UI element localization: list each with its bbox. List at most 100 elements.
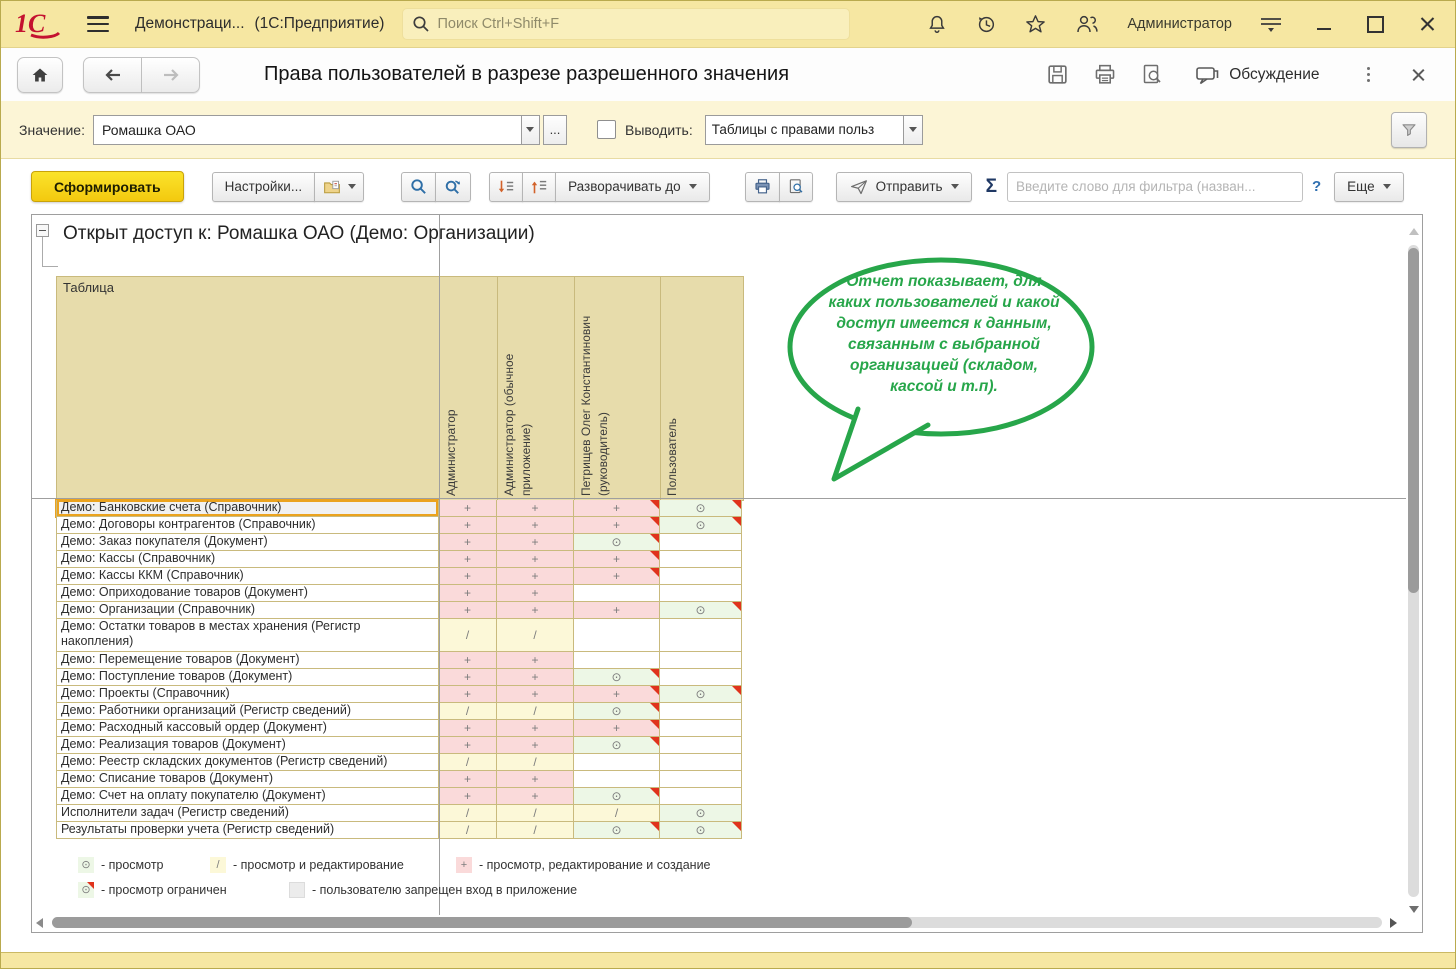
find-button[interactable] [401, 172, 436, 202]
perm-cell[interactable]: + [497, 602, 574, 619]
value-input[interactable]: Ромашка ОАО [93, 115, 521, 145]
perm-cell[interactable]: ⊙ [660, 822, 742, 839]
perm-cell[interactable]: + [574, 720, 660, 737]
row-label[interactable]: Демо: Кассы (Справочник) [56, 551, 439, 568]
discussion-label[interactable]: Обсуждение [1229, 66, 1319, 84]
close-window-icon[interactable] [1420, 17, 1435, 32]
perm-cell[interactable] [574, 619, 660, 652]
perm-cell[interactable]: + [439, 652, 497, 669]
perm-cell[interactable]: + [439, 551, 497, 568]
scroll-right-arrow[interactable] [1390, 918, 1397, 928]
home-button[interactable] [17, 57, 63, 93]
perm-cell[interactable]: ⊙ [574, 788, 660, 805]
perm-cell[interactable]: / [439, 703, 497, 720]
perm-cell[interactable] [660, 652, 742, 669]
row-label[interactable]: Демо: Остатки товаров в местах хранения … [56, 619, 439, 652]
perm-cell[interactable] [660, 754, 742, 771]
perm-cell[interactable]: / [439, 822, 497, 839]
perm-cell[interactable]: + [497, 652, 574, 669]
autosum-button[interactable]: Σ [986, 176, 997, 198]
perm-cell[interactable]: + [439, 534, 497, 551]
minimize-icon[interactable] [1317, 19, 1331, 30]
perm-cell[interactable] [660, 568, 742, 585]
row-label[interactable]: Демо: Организации (Справочник) [56, 602, 439, 619]
perm-cell[interactable]: / [439, 754, 497, 771]
more-button[interactable]: Еще [1334, 172, 1403, 202]
output-dropdown-button[interactable] [903, 116, 922, 144]
perm-cell[interactable] [660, 551, 742, 568]
row-label[interactable]: Демо: Банковские счета (Справочник) [56, 500, 439, 517]
close-form-icon[interactable] [1412, 68, 1425, 81]
perm-cell[interactable]: + [439, 568, 497, 585]
row-label[interactable]: Демо: Списание товаров (Документ) [56, 771, 439, 788]
perm-cell[interactable]: + [497, 686, 574, 703]
perm-cell[interactable]: ⊙ [574, 822, 660, 839]
perm-cell[interactable]: / [497, 754, 574, 771]
user-column-header[interactable]: Администратор [440, 277, 498, 500]
perm-cell[interactable] [660, 720, 742, 737]
perm-cell[interactable]: + [574, 500, 660, 517]
forward-button[interactable] [142, 57, 200, 93]
perm-cell[interactable] [660, 534, 742, 551]
discussion-icon[interactable] [1194, 63, 1221, 87]
row-label[interactable]: Результаты проверки учета (Регистр сведе… [56, 822, 439, 839]
perm-cell[interactable]: + [497, 737, 574, 754]
quick-filter-input[interactable]: Введите слово для фильтра (назван... [1007, 172, 1303, 202]
row-label[interactable]: Демо: Реестр складских документов (Регис… [56, 754, 439, 771]
horizontal-scrollbar-thumb[interactable] [52, 917, 912, 928]
perm-cell[interactable]: / [497, 703, 574, 720]
service-settings-icon[interactable] [1259, 13, 1283, 35]
perm-cell[interactable]: + [439, 500, 497, 517]
toolbar-preview-button[interactable] [779, 172, 813, 202]
perm-cell[interactable]: ⊙ [660, 686, 742, 703]
row-label[interactable]: Демо: Реализация товаров (Документ) [56, 737, 439, 754]
perm-cell[interactable]: + [439, 720, 497, 737]
perm-cell[interactable]: + [439, 771, 497, 788]
perm-cell[interactable]: ⊙ [660, 805, 742, 822]
perm-cell[interactable]: + [497, 551, 574, 568]
vertical-scrollbar-thumb[interactable] [1408, 248, 1419, 593]
perm-cell[interactable] [660, 619, 742, 652]
perm-cell[interactable] [660, 585, 742, 602]
perm-cell[interactable] [574, 771, 660, 788]
perm-cell[interactable]: + [497, 788, 574, 805]
print-icon[interactable] [1092, 62, 1118, 87]
perm-cell[interactable]: / [439, 619, 497, 652]
perm-cell[interactable]: + [497, 585, 574, 602]
expand-groups-button[interactable] [489, 172, 523, 202]
report-variants-button[interactable] [314, 172, 364, 202]
perm-cell[interactable]: + [497, 720, 574, 737]
perm-cell[interactable]: / [497, 619, 574, 652]
generate-button[interactable]: Сформировать [31, 171, 184, 202]
perm-cell[interactable]: + [439, 669, 497, 686]
perm-cell[interactable]: + [574, 568, 660, 585]
row-label[interactable]: Демо: Заказ покупателя (Документ) [56, 534, 439, 551]
perm-cell[interactable]: / [439, 805, 497, 822]
perm-cell[interactable]: ⊙ [660, 500, 742, 517]
perm-cell[interactable]: ⊙ [574, 737, 660, 754]
perm-cell[interactable]: ⊙ [660, 602, 742, 619]
perm-cell[interactable]: + [439, 788, 497, 805]
current-user[interactable]: Администратор [1127, 16, 1232, 32]
find-next-button[interactable] [435, 172, 471, 202]
global-search-input[interactable]: Поиск Ctrl+Shift+F [402, 8, 850, 40]
perm-cell[interactable]: + [439, 737, 497, 754]
row-label[interactable]: Демо: Проекты (Справочник) [56, 686, 439, 703]
more-menu-icon[interactable] [1365, 65, 1373, 85]
perm-cell[interactable]: ⊙ [574, 703, 660, 720]
main-menu-icon[interactable] [87, 16, 109, 32]
output-checkbox[interactable] [597, 120, 616, 139]
perm-cell[interactable] [660, 703, 742, 720]
user-column-header[interactable]: Пользователь [661, 277, 743, 500]
notifications-icon[interactable] [926, 13, 948, 35]
perm-cell[interactable]: + [497, 500, 574, 517]
perm-cell[interactable]: + [439, 686, 497, 703]
back-button[interactable] [83, 57, 142, 93]
users-icon[interactable] [1074, 13, 1100, 35]
perm-cell[interactable] [660, 669, 742, 686]
row-label[interactable]: Демо: Перемещение товаров (Документ) [56, 652, 439, 669]
perm-cell[interactable]: / [497, 805, 574, 822]
row-label[interactable]: Демо: Кассы ККМ (Справочник) [56, 568, 439, 585]
perm-cell[interactable]: + [574, 602, 660, 619]
perm-cell[interactable]: + [497, 534, 574, 551]
